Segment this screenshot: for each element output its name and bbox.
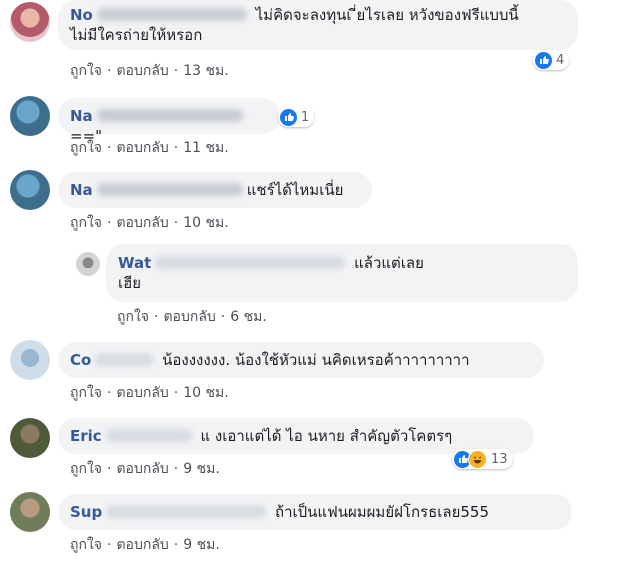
blurred-name xyxy=(96,8,247,21)
comment-bubble: Wat แล้วแต่เลย เฮีย xyxy=(106,244,578,302)
blurred-name xyxy=(95,353,154,366)
reaction-count: 1 xyxy=(301,109,310,125)
comment-actions: ถูกใจ · ตอบกลับ · 10 ชม. xyxy=(70,215,229,231)
like-link[interactable]: ถูกใจ xyxy=(70,461,102,477)
blurred-name xyxy=(105,429,192,442)
reply-link[interactable]: ตอบกลับ xyxy=(116,385,168,401)
avatar[interactable] xyxy=(10,492,50,532)
comment-text: แ งเอาแต่ได้ ไอ นหาย สำคัญตัวโคตรๆ xyxy=(200,427,453,445)
blurred-name xyxy=(96,183,243,196)
reply-link[interactable]: ตอบกลับ xyxy=(116,215,168,231)
like-link[interactable]: ถูกใจ xyxy=(70,140,102,156)
commenter-name[interactable]: Na xyxy=(70,181,93,199)
commenter-name[interactable]: Na xyxy=(70,107,93,125)
comment-actions: ถูกใจ · ตอบกลับ · 13 ชม. xyxy=(70,63,229,79)
comment-text: เฮีย xyxy=(118,274,142,292)
timestamp[interactable]: 10 ชม. xyxy=(183,385,228,401)
reaction-summary[interactable]: 4 xyxy=(533,50,570,70)
commenter-name[interactable]: Co xyxy=(70,351,91,369)
blurred-name xyxy=(155,256,346,269)
comment-actions: ถูกใจ · ตอบกลับ · 10 ชม. xyxy=(70,385,229,401)
timestamp[interactable]: 6 ชม. xyxy=(230,309,267,325)
timestamp[interactable]: 9 ชม. xyxy=(183,537,220,553)
timestamp[interactable]: 13 ชม. xyxy=(183,63,228,79)
like-link[interactable]: ถูกใจ xyxy=(70,537,102,553)
reaction-summary[interactable]: 1 xyxy=(278,107,315,127)
comment-bubble: Na แชร์ได้ไหมเนี่ย xyxy=(58,172,372,208)
comment-text: แชร์ได้ไหมเนี่ย xyxy=(246,181,344,199)
commenter-name[interactable]: Sup xyxy=(70,503,102,521)
comment-actions: ถูกใจ · ตอบกลับ · 6 ชม. xyxy=(117,309,267,325)
reply-link[interactable]: ตอบกลับ xyxy=(163,309,215,325)
avatar[interactable] xyxy=(76,252,100,276)
commenter-name[interactable]: No xyxy=(70,6,93,24)
timestamp[interactable]: 9 ชม. xyxy=(183,461,220,477)
comment-actions: ถูกใจ · ตอบกลับ · 9 ชม. xyxy=(70,461,220,477)
commenter-name[interactable]: Wat xyxy=(118,254,151,272)
comment-text: แล้วแต่เลย xyxy=(354,254,424,272)
like-link[interactable]: ถูกใจ xyxy=(70,385,102,401)
comment-actions: ถูกใจ · ตอบกลับ · 11 ชม. xyxy=(70,140,229,156)
timestamp[interactable]: 10 ชม. xyxy=(183,215,228,231)
avatar[interactable] xyxy=(10,2,50,42)
reaction-count: 13 xyxy=(491,451,508,467)
comment-bubble: Na==" xyxy=(58,98,280,145)
reply-link[interactable]: ตอบกลับ xyxy=(116,63,168,79)
comment-actions: ถูกใจ · ตอบกลับ · 9 ชม. xyxy=(70,537,220,553)
reply-link[interactable]: ตอบกลับ xyxy=(116,140,168,156)
avatar[interactable] xyxy=(10,170,50,210)
blurred-name xyxy=(96,109,243,122)
comment-text: ถ้าเป็นแฟนผมผมยัฝโกรธเลย555 xyxy=(275,503,489,521)
haha-icon xyxy=(468,449,487,469)
like-link[interactable]: ถูกใจ xyxy=(70,215,102,231)
like-link[interactable]: ถูกใจ xyxy=(117,309,149,325)
avatar[interactable] xyxy=(10,340,50,380)
reaction-summary[interactable]: 13 xyxy=(452,449,513,469)
comment-text: ไม่มีใครถ่ายให้หรอก xyxy=(70,26,203,44)
commenter-name[interactable]: Eric xyxy=(70,427,102,445)
like-icon xyxy=(535,51,552,69)
comment-text: ไม่คิดจะลงทุนเ ี่ยไรเลย หวังของฟรีแบบนี้ xyxy=(255,6,519,24)
comment-bubble: No ไม่คิดจะลงทุนเ ี่ยไรเลย หวังของฟรีแบบ… xyxy=(58,0,578,50)
like-icon xyxy=(280,108,297,126)
avatar[interactable] xyxy=(10,418,50,458)
comment-bubble: Co น้องงงงงง. น้องใช้หัวแม่ นคิดเหรอค้าา… xyxy=(58,342,544,378)
comment-bubble: Sup ถ้าเป็นแฟนผมผมยัฝโกรธเลย555 xyxy=(58,494,572,530)
like-link[interactable]: ถูกใจ xyxy=(70,63,102,79)
reply-link[interactable]: ตอบกลับ xyxy=(116,461,168,477)
timestamp[interactable]: 11 ชม. xyxy=(183,140,228,156)
reply-link[interactable]: ตอบกลับ xyxy=(116,537,168,553)
comment-text: น้องงงงงง. น้องใช้หัวแม่ นคิดเหรอค้าาาาา… xyxy=(162,351,470,369)
avatar[interactable] xyxy=(10,96,50,136)
blurred-name xyxy=(106,505,267,518)
reaction-count: 4 xyxy=(556,52,565,68)
